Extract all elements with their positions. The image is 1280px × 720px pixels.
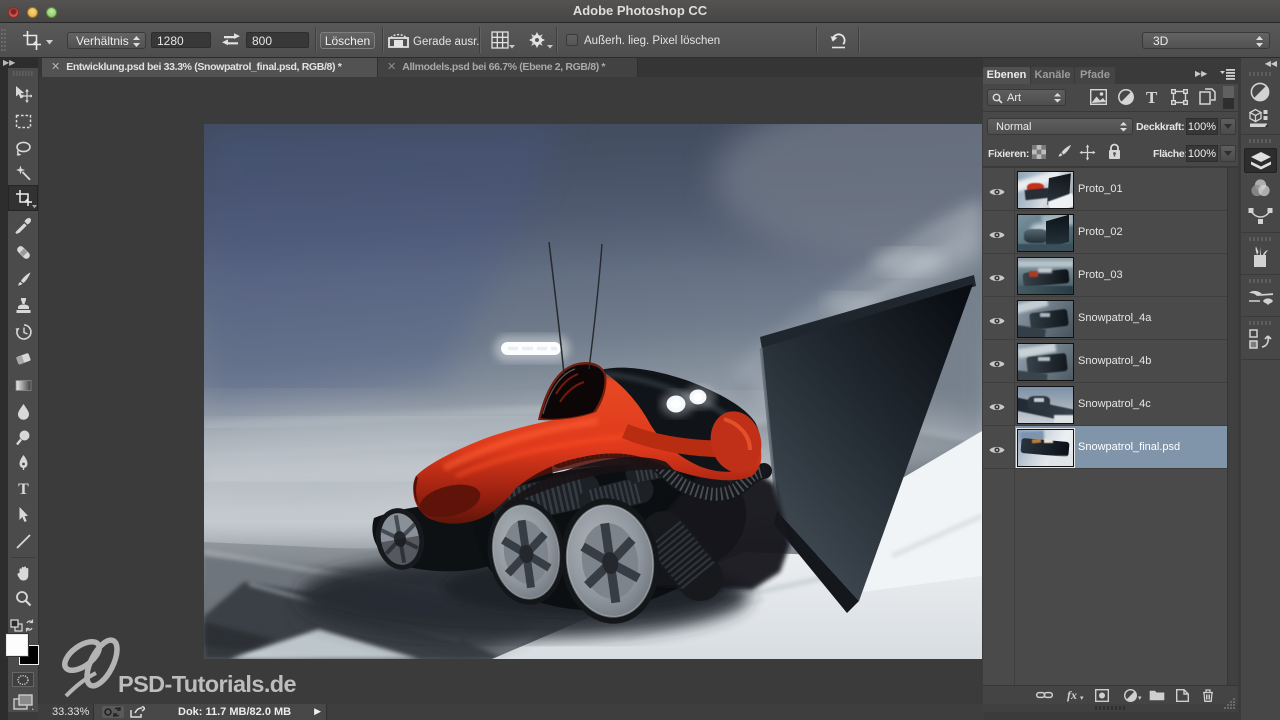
svg-text:PSD-Tutorials.de: PSD-Tutorials.de: [118, 671, 297, 697]
svg-text:T: T: [18, 481, 29, 497]
